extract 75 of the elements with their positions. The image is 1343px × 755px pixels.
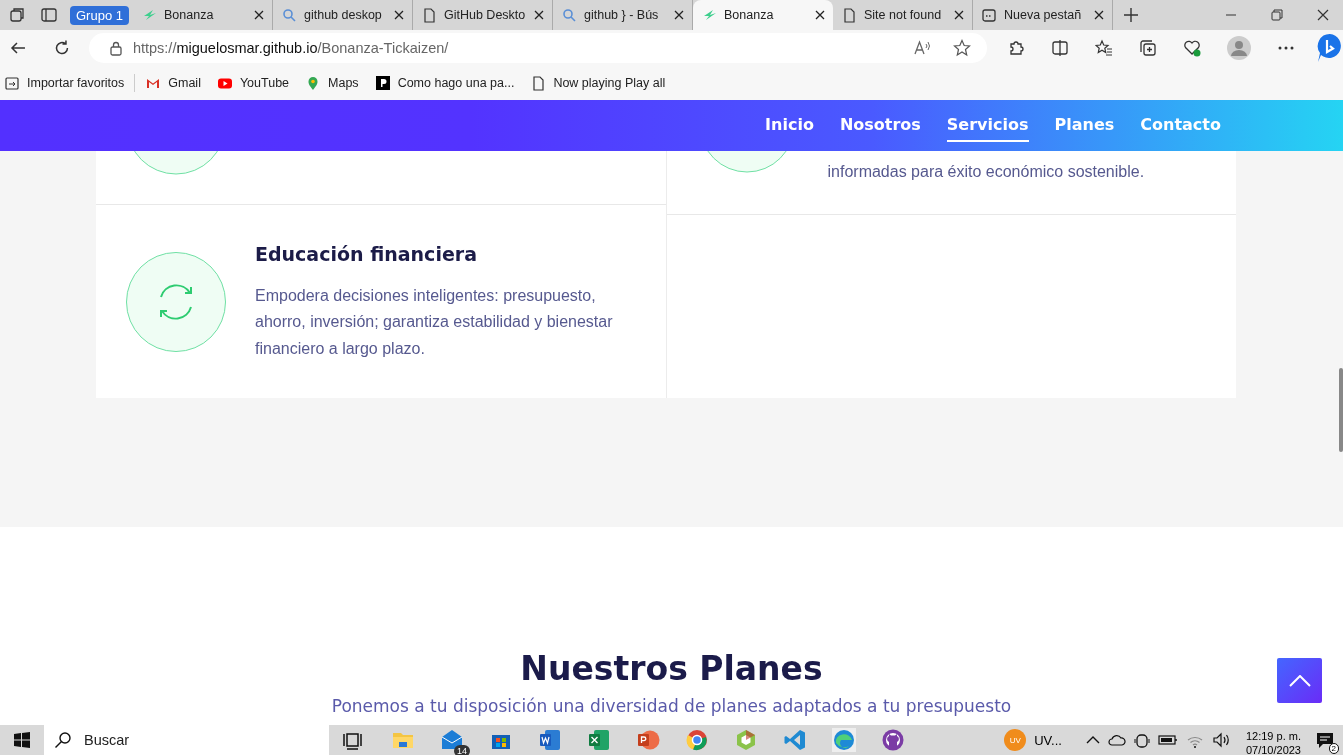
edge-icon[interactable] bbox=[832, 728, 856, 752]
collections-icon[interactable] bbox=[1139, 39, 1157, 57]
camera-icon[interactable] bbox=[1133, 731, 1150, 749]
service-title: Educación financiera bbox=[255, 242, 478, 265]
speaker-icon[interactable] bbox=[1211, 732, 1232, 748]
clock-time[interactable]: 12:19 p. m. bbox=[1245, 729, 1301, 743]
search-input[interactable]: Buscar bbox=[82, 726, 329, 754]
lock-icon bbox=[108, 40, 123, 56]
close-icon[interactable] bbox=[254, 10, 264, 20]
word-icon[interactable] bbox=[538, 728, 562, 752]
bookmark[interactable]: Como hago una pa... bbox=[374, 75, 515, 91]
account-name[interactable]: UV... bbox=[1034, 732, 1062, 748]
scroll-top-button[interactable] bbox=[1277, 658, 1322, 703]
url-text: https://miguelosmar.github.io/Bonanza-Tickaizen/ bbox=[132, 40, 449, 56]
split-screen-icon[interactable] bbox=[1051, 39, 1069, 57]
clock-date[interactable]: 07/10/2023 bbox=[1245, 743, 1301, 755]
close-icon[interactable] bbox=[815, 10, 825, 20]
new-tab-icon[interactable] bbox=[1123, 7, 1139, 23]
search-icon bbox=[281, 7, 297, 23]
close-icon[interactable] bbox=[1317, 9, 1329, 21]
favorites-icon[interactable] bbox=[1095, 39, 1113, 57]
address-field[interactable]: https://miguelosmar.github.io/Bonanza-Tickaizen/ bbox=[88, 33, 987, 63]
tab-actions-icon[interactable] bbox=[40, 6, 58, 24]
search-icon bbox=[561, 7, 577, 23]
search-field[interactable]: Buscar bbox=[44, 725, 329, 755]
notification-icon[interactable] bbox=[1315, 730, 1335, 750]
battery-icon[interactable] bbox=[1157, 734, 1178, 746]
window-icon bbox=[981, 7, 997, 23]
page-icon bbox=[841, 7, 857, 23]
import-icon bbox=[4, 75, 20, 91]
service-description: Empodera decisiones inteligentes: presupuesto, ahorro, inversión; garantiza estabilidad y bienestar financiero a largo plazo. bbox=[255, 285, 614, 359]
close-icon[interactable] bbox=[1094, 10, 1104, 20]
close-icon[interactable] bbox=[534, 10, 544, 20]
chevron-up-icon[interactable] bbox=[1085, 735, 1100, 745]
read-aloud-icon[interactable] bbox=[913, 39, 933, 57]
tab-group-label[interactable]: Grupo 1 bbox=[70, 5, 129, 25]
github-icon[interactable] bbox=[881, 728, 905, 752]
chat-bubble-icon[interactable] bbox=[1317, 33, 1343, 63]
close-icon[interactable] bbox=[394, 10, 404, 20]
page-icon bbox=[421, 7, 437, 23]
badge: 2 bbox=[1328, 743, 1339, 754]
cube-icon[interactable] bbox=[734, 728, 758, 752]
bookmark[interactable]: Maps bbox=[305, 75, 359, 91]
bookmark[interactable]: Gmail bbox=[145, 75, 201, 91]
restore-icon[interactable] bbox=[1271, 9, 1283, 21]
badge: 14 bbox=[454, 745, 470, 755]
search-icon bbox=[54, 731, 72, 749]
p-logo-icon bbox=[374, 75, 391, 91]
health-icon[interactable] bbox=[1183, 39, 1201, 57]
nav-link[interactable]: Inicio bbox=[765, 109, 814, 142]
profile-icon[interactable] bbox=[1227, 36, 1251, 60]
nav-link[interactable]: Servicios bbox=[946, 109, 1029, 142]
close-icon[interactable] bbox=[954, 10, 964, 20]
powerpoint-icon[interactable] bbox=[636, 728, 660, 752]
browser-icon[interactable] bbox=[685, 728, 709, 752]
close-icon[interactable] bbox=[674, 10, 684, 20]
nav-link[interactable]: Nosotros bbox=[839, 109, 921, 142]
workspaces-icon[interactable] bbox=[8, 6, 26, 24]
refresh-circle-icon bbox=[125, 250, 227, 353]
service-description: informadas para éxito económico sostenible. bbox=[827, 162, 1145, 182]
excel-icon[interactable] bbox=[587, 728, 611, 752]
scrollbar-thumb[interactable] bbox=[1339, 368, 1343, 452]
star-icon[interactable] bbox=[953, 39, 971, 57]
bookmark[interactable]: Now playing Play all bbox=[530, 75, 666, 91]
section-subtitle: Ponemos a tu disposición una diversidad de planes adaptados a tu presupuesto bbox=[331, 696, 1012, 716]
bookmark[interactable]: Importar favoritos bbox=[4, 75, 125, 91]
page-icon bbox=[530, 75, 547, 91]
bookmark[interactable]: YouTube bbox=[216, 75, 290, 91]
section-title: Nuestros Planes bbox=[520, 649, 823, 688]
browser-tab[interactable]: Bonanza bbox=[693, 0, 833, 30]
chevron-up-icon bbox=[1288, 674, 1311, 687]
puzzle-icon[interactable] bbox=[1007, 39, 1025, 57]
start-icon[interactable] bbox=[13, 731, 31, 749]
cloud-icon[interactable] bbox=[1107, 734, 1126, 746]
code-editor-icon[interactable] bbox=[783, 728, 807, 752]
